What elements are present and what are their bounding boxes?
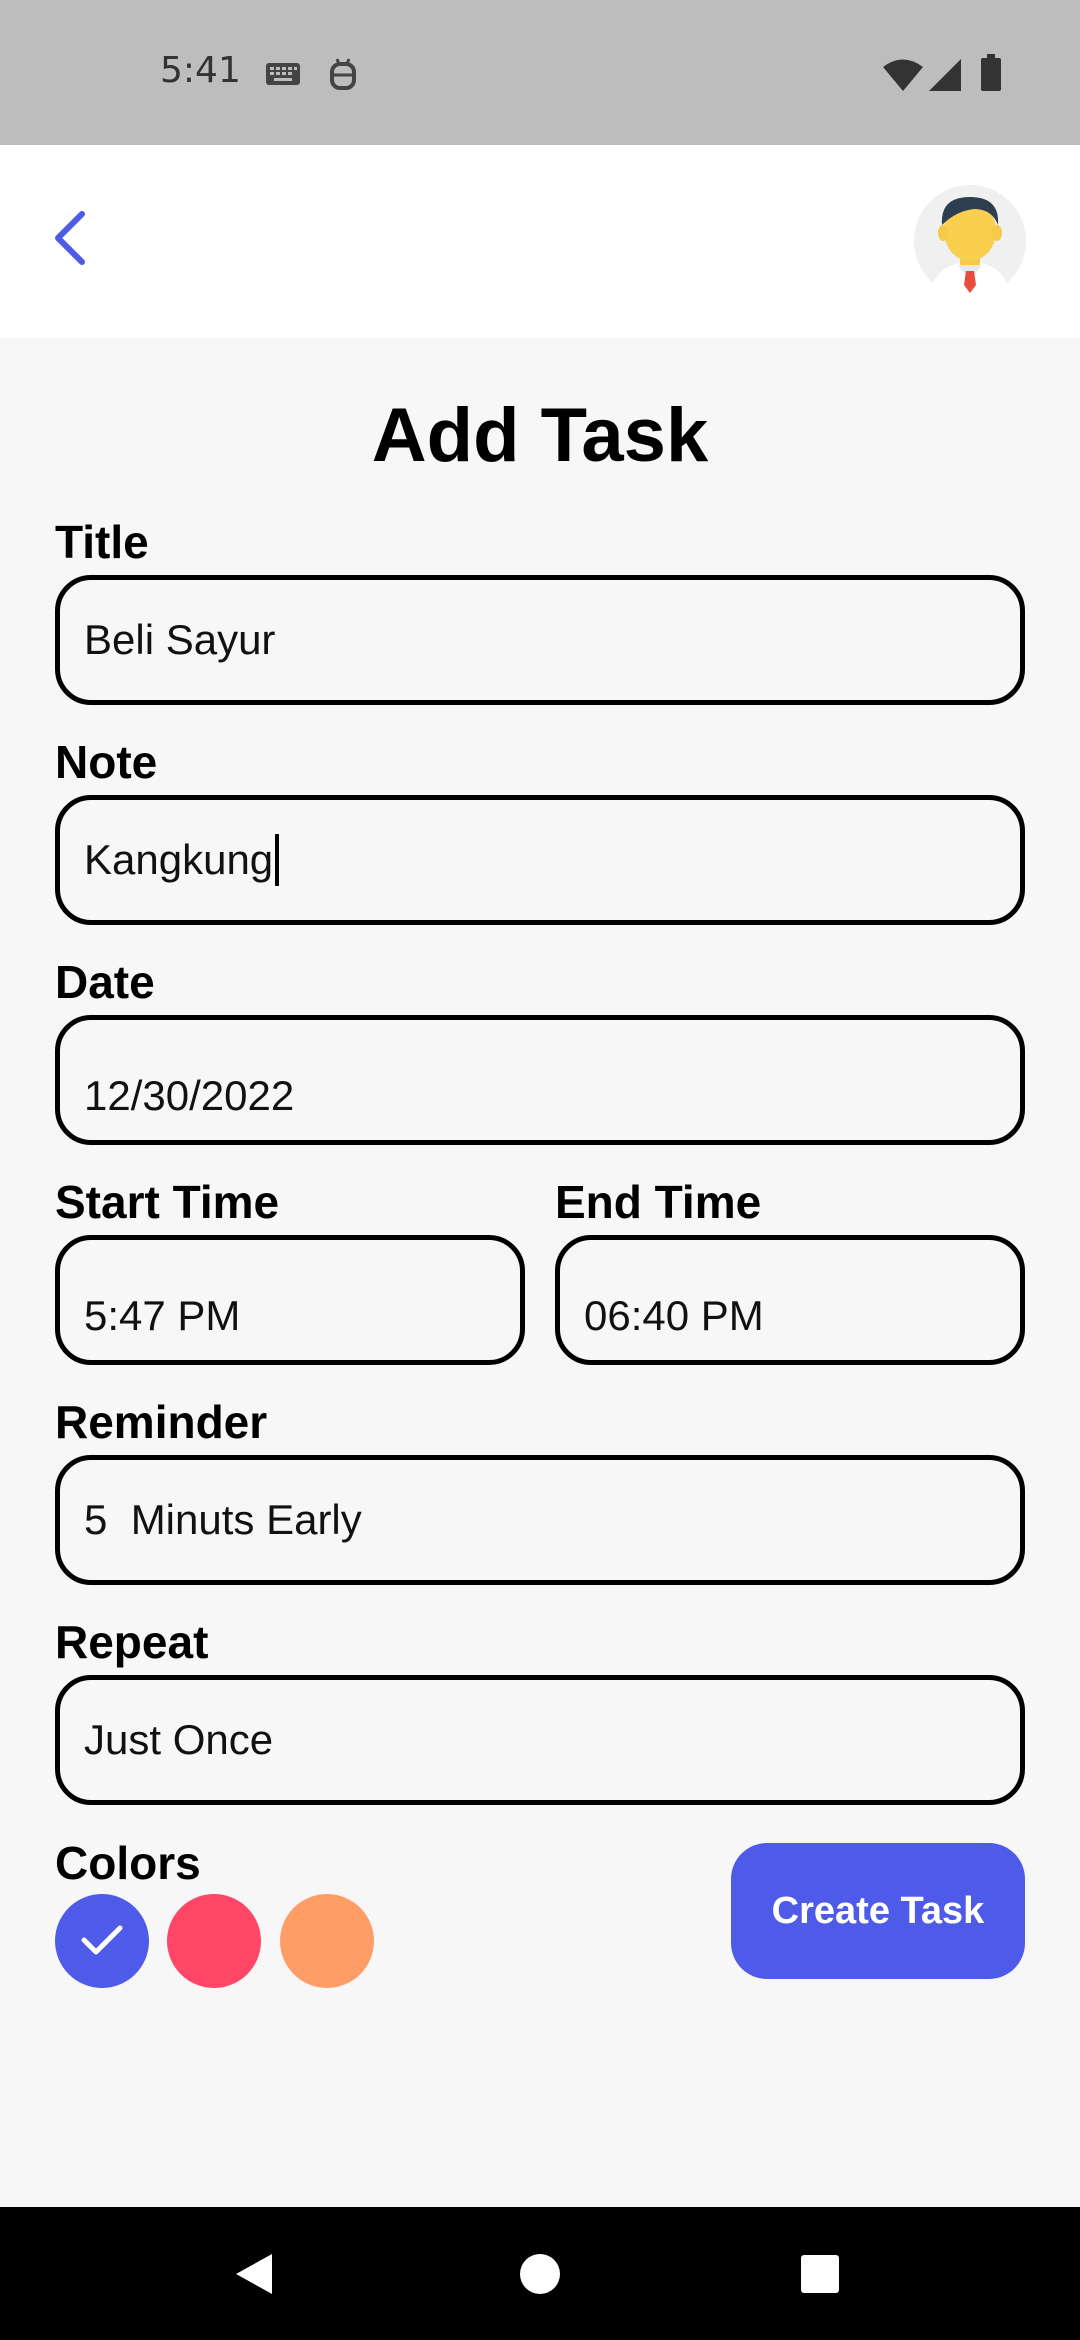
note-value: Kangkung [84, 836, 274, 883]
reminder-field[interactable]: 5 Minuts Early [55, 1455, 1025, 1585]
color-swatch-blue[interactable] [55, 1894, 149, 1988]
repeat-label: Repeat [55, 1616, 209, 1668]
color-swatch-pink[interactable] [167, 1894, 261, 1988]
chevron-left-icon [50, 210, 90, 271]
check-icon [80, 1922, 124, 1963]
page-title: Add Task [371, 393, 709, 478]
battery-icon [980, 54, 1002, 97]
wifi-icon [882, 58, 924, 97]
create-task-button[interactable]: Create Task [731, 1843, 1025, 1979]
start-time-value: 5:47 PM [84, 1292, 241, 1339]
end-time-value: 06:40 PM [584, 1292, 764, 1339]
note-field[interactable]: Kangkung [55, 795, 1025, 925]
date-value: 12/30/2022 [84, 1072, 295, 1119]
date-label: Date [55, 956, 155, 1008]
title-field[interactable]: Beli Sayur [55, 575, 1025, 705]
status-bar: 5:41 [0, 0, 1080, 145]
signal-icon [928, 58, 962, 97]
start-time-label: Start Time [55, 1176, 280, 1228]
reminder-label: Reminder [55, 1396, 268, 1448]
reminder-value: 5 Minuts Early [84, 1496, 362, 1543]
repeat-field[interactable]: Just Once [55, 1675, 1025, 1805]
android-debug-icon [328, 58, 358, 97]
title-label: Title [55, 516, 149, 568]
keyboard-icon [265, 62, 301, 91]
end-time-label: End Time [555, 1176, 762, 1228]
start-time-field[interactable]: 5:47 PM [55, 1235, 525, 1365]
text-cursor [275, 833, 280, 886]
back-button[interactable] [30, 200, 110, 280]
app-bar [0, 145, 1080, 338]
note-value-wrap: Kangkung [84, 833, 280, 886]
home-circle-icon[interactable] [519, 2253, 561, 2300]
title-value: Beli Sayur [84, 616, 276, 663]
colors-label: Colors [55, 1837, 201, 1889]
end-time-field[interactable]: 06:40 PM [555, 1235, 1025, 1365]
avatar[interactable] [914, 185, 1026, 297]
status-time: 5:41 [160, 50, 241, 91]
system-nav-bar [0, 2207, 1080, 2340]
repeat-value: Just Once [84, 1716, 274, 1763]
recents-square-icon[interactable] [800, 2254, 840, 2299]
back-triangle-icon[interactable] [234, 2252, 274, 2301]
note-label: Note [55, 736, 158, 788]
color-swatch-orange[interactable] [280, 1894, 374, 1988]
date-field[interactable]: 12/30/2022 [55, 1015, 1025, 1145]
